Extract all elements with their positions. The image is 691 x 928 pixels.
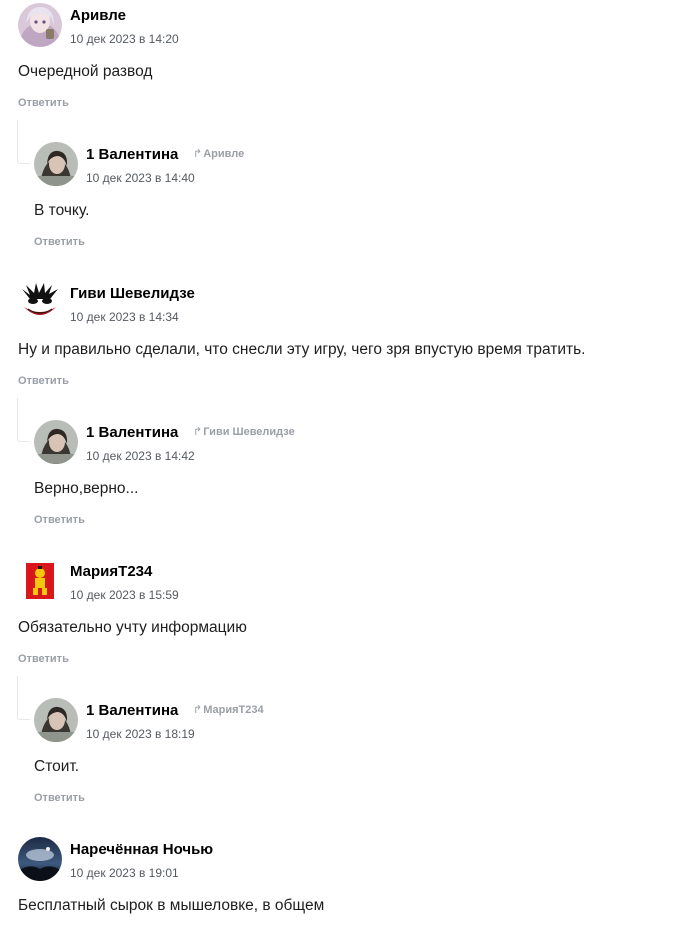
comment-author[interactable]: МарияТ234 (70, 563, 152, 581)
comment-date: 10 дек 2023 в 14:34 (70, 310, 179, 324)
comment-text: Обязательно учту информацию (18, 619, 247, 636)
comment-text: Ну и правильно сделали, что снесли эту и… (18, 341, 586, 358)
reply-arrow-icon: ↱ (193, 426, 203, 438)
reply-to-link[interactable]: ↱МарияТ234 (193, 703, 264, 717)
comment-author[interactable]: 1 Валентина (86, 146, 178, 164)
comment-author[interactable]: Наречённая Ночью (70, 841, 213, 859)
reply-button[interactable]: Ответить (18, 374, 69, 388)
reply-to-name: Аривле (203, 148, 245, 160)
avatar[interactable] (18, 281, 62, 325)
reply-to-link[interactable]: ↱Гиви Шевелидзе (193, 425, 295, 439)
comment-date: 10 дек 2023 в 14:42 (86, 449, 195, 463)
woman-photo-avatar-icon (34, 420, 78, 464)
comment-date: 10 дек 2023 в 19:01 (70, 866, 179, 880)
comment-author[interactable]: Аривле (70, 7, 126, 25)
comment-date: 10 дек 2023 в 14:40 (86, 171, 195, 185)
cartoon-character-avatar-icon (18, 559, 62, 603)
night-sky-avatar-icon (18, 837, 62, 881)
avatar[interactable] (34, 420, 78, 464)
reply-button[interactable]: Ответить (18, 96, 69, 110)
avatar[interactable] (18, 837, 62, 881)
thread-connector (17, 120, 30, 164)
woman-photo-avatar-icon (34, 142, 78, 186)
reply-button[interactable]: Ответить (34, 235, 85, 249)
comment-text: Очередной развод (18, 63, 153, 80)
comment-date: 10 дек 2023 в 15:59 (70, 588, 179, 602)
reply-button[interactable]: Ответить (18, 652, 69, 666)
comment-date: 10 дек 2023 в 14:20 (70, 32, 179, 46)
reply-button[interactable]: Ответить (34, 791, 85, 805)
reply-arrow-icon: ↱ (193, 704, 203, 716)
joker-avatar-icon (18, 281, 62, 325)
reply-to-name: МарияТ234 (203, 704, 264, 716)
reply-to-name: Гиви Шевелидзе (203, 426, 295, 438)
avatar[interactable] (34, 142, 78, 186)
reply-to-link[interactable]: ↱Аривле (193, 147, 244, 161)
reply-button[interactable]: Ответить (34, 513, 85, 527)
comment-text: Стоит. (34, 758, 80, 775)
avatar[interactable] (18, 3, 62, 47)
thread-connector (17, 398, 30, 442)
avatar[interactable] (18, 559, 62, 603)
comment-date: 10 дек 2023 в 18:19 (86, 727, 195, 741)
comment-author[interactable]: 1 Валентина (86, 424, 178, 442)
anime-girl-avatar-icon (18, 3, 62, 47)
avatar[interactable] (34, 698, 78, 742)
woman-photo-avatar-icon (34, 698, 78, 742)
comment-text: Верно,верно... (34, 480, 139, 497)
comment-author[interactable]: 1 Валентина (86, 702, 178, 720)
comment-text: Бесплатный сырок в мышеловке, в общем (18, 897, 325, 914)
thread-connector (17, 676, 30, 720)
comment-author[interactable]: Гиви Шевелидзе (70, 285, 195, 303)
comment-text: В точку. (34, 202, 90, 219)
reply-arrow-icon: ↱ (193, 148, 203, 160)
